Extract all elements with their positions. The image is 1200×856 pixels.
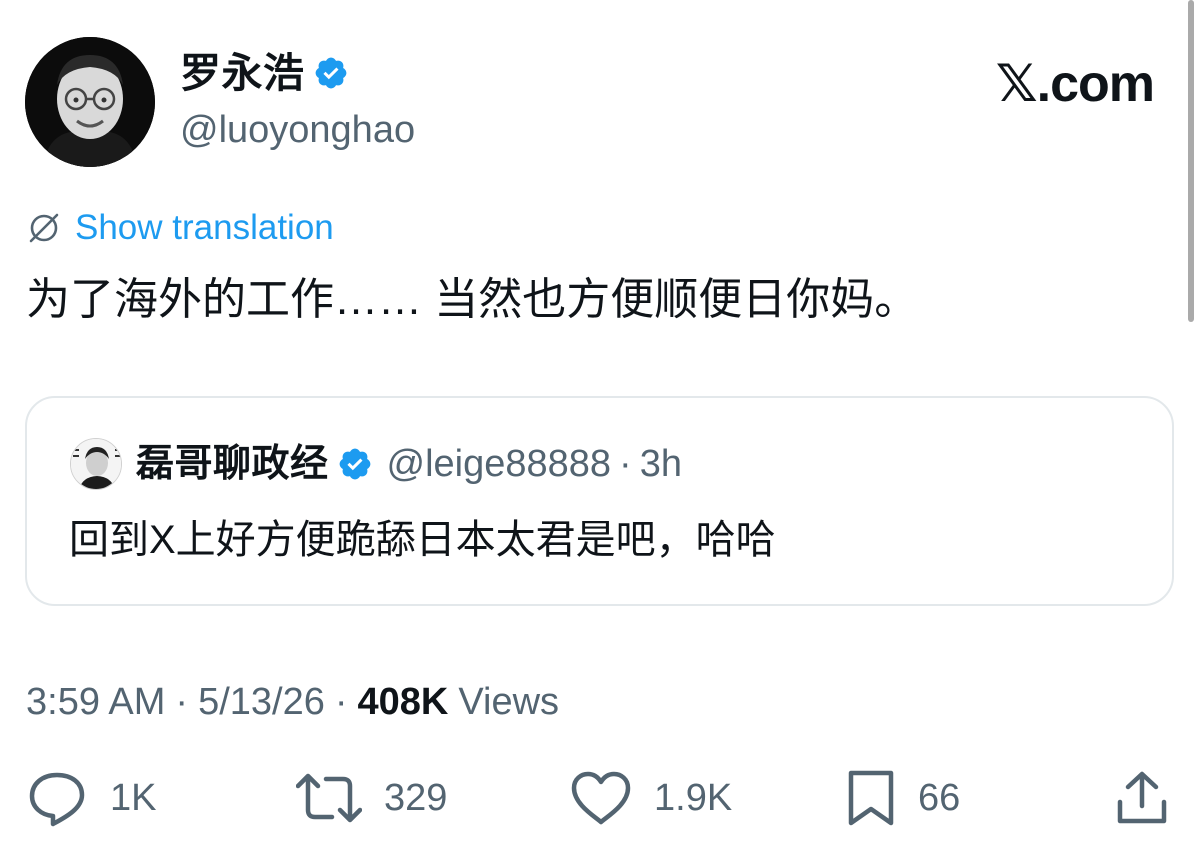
quoted-tweet-text: 回到X上好方便跪舔日本太君是吧，哈哈 — [69, 518, 776, 562]
meta-separator-2: · — [334, 681, 348, 723]
quoted-verified-badge-icon[interactable] — [337, 446, 373, 482]
tweet-text: 为了海外的工作…… 当然也方便顺便日你妈。 — [26, 275, 919, 324]
bookmark-button[interactable]: 66 — [846, 760, 960, 836]
show-translation-link[interactable]: Show translation — [75, 206, 334, 250]
author-handle[interactable]: @luoyonghao — [180, 106, 415, 154]
quoted-timestamp[interactable]: 3h — [640, 440, 682, 488]
translate-row[interactable]: Show translation — [27, 206, 334, 250]
repost-icon — [296, 773, 362, 823]
action-bar: 1K 329 1.9K 66 — [0, 760, 1200, 836]
quoted-author-display-name[interactable]: 磊哥聊政经 — [136, 440, 329, 488]
like-button[interactable]: 1.9K — [570, 760, 732, 836]
bookmark-icon — [848, 770, 894, 826]
quoted-author-handle[interactable]: @leige88888 — [387, 440, 612, 488]
author-avatar[interactable] — [25, 37, 155, 167]
tweet-time[interactable]: 3:59 AM — [26, 678, 165, 726]
views-label: Views — [458, 681, 560, 723]
bookmark-count: 66 — [918, 777, 961, 819]
verified-badge-icon[interactable] — [313, 55, 349, 91]
views-count: 408K — [357, 681, 449, 723]
scrollbar[interactable] — [1188, 0, 1194, 322]
reply-button[interactable]: 1K — [26, 760, 156, 836]
author-display-name[interactable]: 罗永浩 — [180, 48, 305, 98]
reply-count: 1K — [110, 777, 157, 819]
quoted-tweet-header: 磊哥聊政经 @leige88888 · 3h — [70, 438, 682, 490]
quoted-author-avatar-image — [71, 439, 121, 489]
meta-separator: · — [175, 681, 189, 723]
quoted-separator: · — [619, 443, 632, 485]
quoted-tweet-card[interactable]: 磊哥聊政经 @leige88888 · 3h 回到X上好方便跪舔日本太君是吧，哈… — [25, 396, 1174, 606]
tweet-date[interactable]: 5/13/26 — [198, 678, 325, 726]
tweet-meta-row: 3:59 AM · 5/13/26 · 408K Views — [26, 678, 559, 726]
like-count: 1.9K — [654, 777, 733, 819]
repost-button[interactable]: 329 — [296, 760, 447, 836]
author-name-row: 罗永浩 — [180, 48, 349, 98]
quoted-author-avatar[interactable] — [70, 438, 122, 490]
author-avatar-image — [25, 37, 155, 167]
like-icon — [571, 771, 631, 825]
site-logo: 𝕏.com — [995, 55, 1155, 113]
share-button[interactable] — [1116, 760, 1168, 836]
repost-count: 329 — [384, 777, 448, 819]
share-icon — [1117, 771, 1167, 824]
translate-globe-icon — [29, 213, 59, 243]
reply-icon — [29, 772, 85, 827]
